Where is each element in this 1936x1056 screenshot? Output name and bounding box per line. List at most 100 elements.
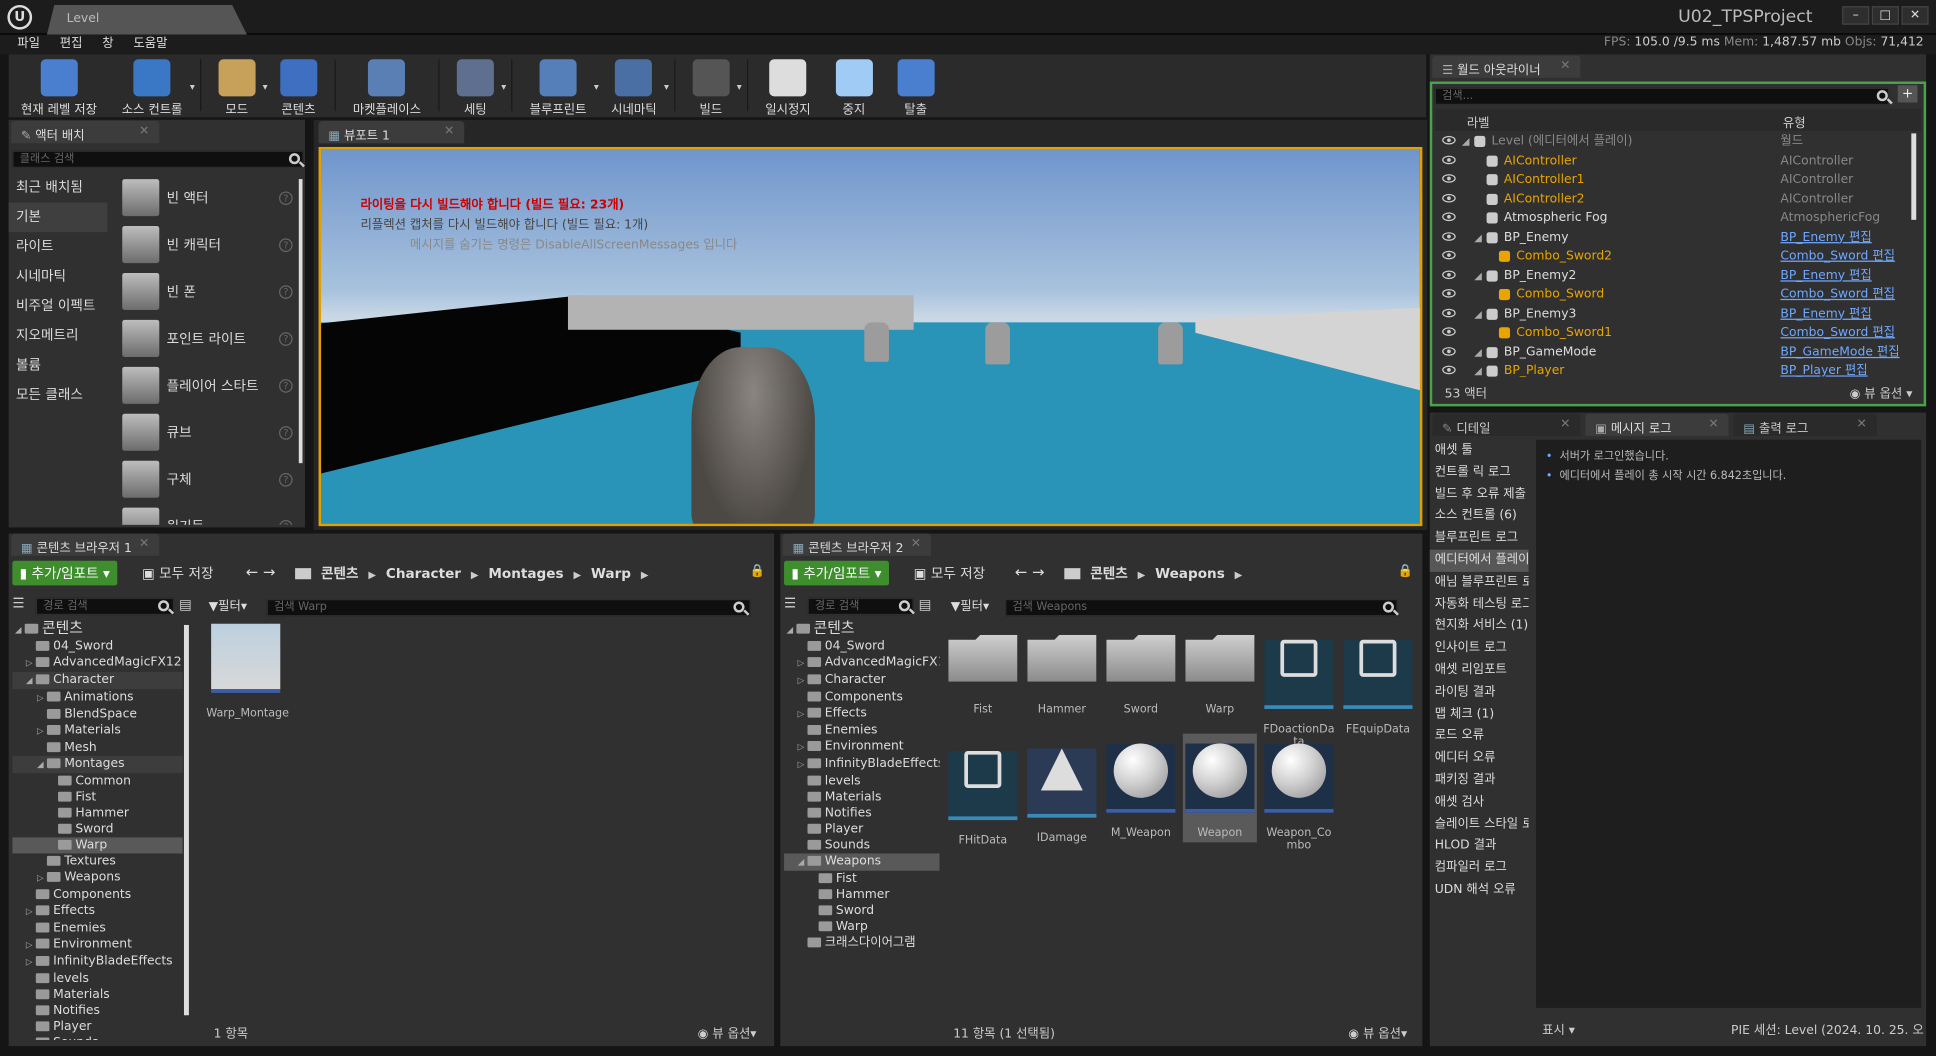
place-actor-item[interactable]: 큐브? — [115, 409, 303, 456]
breadcrumb-item[interactable]: 콘텐츠 — [321, 566, 359, 582]
place-actor-item[interactable]: 원기둥? — [115, 503, 303, 525]
outliner-search-input[interactable]: 검색... — [1434, 87, 1890, 105]
path-search-input[interactable]: 경로 검색 — [35, 597, 175, 616]
tab-content-browser-1[interactable]: ▦ 콘텐츠 브라우저 1 ✕ — [11, 533, 160, 556]
toolbar-cinematics-button[interactable]: 시네마틱 ▾ — [611, 59, 669, 117]
tree-folder[interactable]: Sounds — [12, 1035, 182, 1040]
expand-arrow-icon[interactable]: ▷ — [26, 656, 36, 672]
expand-arrow-icon[interactable]: ◢ — [1474, 304, 1482, 323]
chevron-down-icon[interactable]: ▾ — [501, 82, 506, 93]
outliner-row[interactable]: AIController1 AIController — [1435, 170, 1909, 189]
chevron-down-icon[interactable]: ▾ — [263, 82, 268, 93]
tree-folder[interactable]: ▷ AdvancedMagicFX12 — [12, 655, 182, 672]
asset-tile[interactable]: IDamage — [1025, 734, 1099, 845]
help-icon[interactable]: ? — [279, 472, 293, 487]
tree-folder[interactable]: Sword — [784, 903, 940, 919]
log-category[interactable]: 컴파일러 로그 — [1430, 857, 1529, 879]
view-options-button[interactable]: ◉ 뷰 옵션▾ — [698, 1023, 757, 1042]
tree-folder[interactable]: Materials — [784, 789, 940, 805]
breadcrumb-separator-icon[interactable]: ▶ — [471, 569, 479, 580]
expand-arrow-icon[interactable]: ▷ — [798, 706, 808, 722]
menu-window[interactable]: 창 — [102, 35, 113, 55]
asset-tile[interactable]: FDoactionData — [1262, 622, 1336, 748]
tree-folder[interactable]: Warp — [784, 919, 940, 935]
save-all-button[interactable]: ▣ 모두 저장 — [142, 563, 213, 583]
place-actor-item[interactable]: 구체? — [115, 456, 303, 503]
label-column[interactable]: 라벨 — [1467, 112, 1490, 131]
tree-folder[interactable]: Hammer — [12, 805, 182, 821]
log-category[interactable]: 맵 체크 (1) — [1430, 703, 1529, 725]
visibility-eye-icon[interactable] — [1442, 155, 1456, 164]
view-options-button[interactable]: ◉ 뷰 옵션▾ — [1348, 1023, 1407, 1042]
tree-folder[interactable]: Fist — [784, 871, 940, 887]
tree-folder[interactable]: Warp — [12, 837, 183, 854]
place-category[interactable]: 라이트 — [9, 232, 108, 262]
tree-folder[interactable]: Textures — [12, 853, 182, 869]
expand-arrow-icon[interactable]: ▷ — [798, 757, 808, 773]
outliner-row[interactable]: Combo_Sword2 Combo_Sword 편집 — [1435, 247, 1909, 266]
tree-folder[interactable]: ▷ Effects — [12, 903, 182, 920]
expand-arrow-icon[interactable]: ◢ — [1474, 266, 1482, 285]
help-icon[interactable]: ? — [279, 378, 293, 393]
visibility-eye-icon[interactable] — [1442, 174, 1456, 183]
place-actor-item[interactable]: 포인트 라이트? — [115, 315, 303, 362]
toolbar-eject-button[interactable]: 탈출 — [897, 59, 935, 117]
chevron-down-icon[interactable]: ▾ — [664, 82, 669, 93]
log-category[interactable]: 애셋 검사 — [1430, 791, 1529, 813]
tree-folder[interactable]: BlendSpace — [12, 706, 182, 722]
outliner-row[interactable]: Combo_Sword1 Combo_Sword 편집 — [1435, 324, 1909, 343]
expand-arrow-icon[interactable]: ▷ — [26, 937, 36, 953]
expand-arrow-icon[interactable]: ▷ — [798, 656, 808, 672]
tree-folder[interactable]: Mesh — [12, 740, 182, 756]
log-category[interactable]: 블루프린트 로그 — [1430, 528, 1529, 550]
tree-folder[interactable]: Notifies — [12, 1003, 182, 1019]
tree-folder[interactable]: Fist — [12, 789, 182, 805]
visibility-eye-icon[interactable] — [1442, 327, 1456, 336]
visibility-eye-icon[interactable] — [1442, 231, 1456, 241]
expand-arrow-icon[interactable]: ◢ — [15, 622, 25, 638]
breadcrumb-item[interactable]: 콘텐츠 — [1090, 566, 1128, 582]
help-icon[interactable]: ? — [279, 190, 293, 205]
tree-folder[interactable]: Common — [12, 773, 182, 789]
outliner-row[interactable]: AIController AIController — [1435, 151, 1909, 170]
place-actor-item[interactable]: 빈 액터? — [115, 174, 303, 221]
view-options-button[interactable]: ◉ 뷰 옵션 ▾ — [1850, 383, 1913, 402]
place-category[interactable]: 최근 배치됨 — [9, 173, 108, 203]
expand-arrow-icon[interactable]: ◢ — [1474, 343, 1482, 362]
log-category[interactable]: 현지화 서비스 (1) — [1430, 616, 1529, 638]
outliner-row[interactable]: ◢ BP_Enemy BP_Enemy 편집 — [1435, 228, 1909, 247]
path-search-input[interactable]: 경로 검색 — [807, 597, 914, 616]
asset-tile[interactable]: Hammer — [1025, 622, 1099, 721]
type-column[interactable]: 유형 — [1783, 112, 1806, 131]
tree-folder[interactable]: Notifies — [784, 805, 940, 821]
asset-tile[interactable]: Warp_Montage — [206, 623, 289, 720]
outliner-scrollbar[interactable] — [1911, 133, 1917, 220]
tab-content-browser-2[interactable]: ▦ 콘텐츠 브라우저 2 ✕ — [782, 533, 931, 556]
visibility-eye-icon[interactable] — [1442, 135, 1456, 145]
visibility-eye-icon[interactable] — [1442, 250, 1456, 260]
tree-folder[interactable]: Sword — [12, 821, 182, 837]
toolbar-source-control-button[interactable]: 소스 컨트롤 ▾ — [122, 59, 195, 117]
outliner-row[interactable]: ◢ BP_Player BP_Player 편집 — [1435, 362, 1909, 377]
log-category[interactable]: 인사이트 로그 — [1430, 638, 1529, 660]
tree-folder[interactable]: ▷ Character — [784, 672, 940, 689]
breadcrumb-separator-icon[interactable]: ▶ — [368, 569, 376, 580]
breadcrumb-item[interactable]: Warp — [591, 566, 631, 582]
expand-arrow-icon[interactable]: ◢ — [1474, 228, 1482, 247]
log-category[interactable]: 로드 오류 — [1430, 725, 1529, 747]
close-button[interactable]: ✕ — [1901, 6, 1929, 25]
expand-arrow-icon[interactable]: ▷ — [26, 955, 36, 971]
expand-arrow-icon[interactable]: ▷ — [798, 740, 808, 756]
add-import-button[interactable]: ▮ 추가/임포트 ▾ — [12, 560, 118, 586]
log-category[interactable]: 에디터에서 플레이 — [1429, 549, 1529, 572]
menu-help[interactable]: 도움말 — [133, 35, 167, 55]
help-icon[interactable]: ? — [279, 425, 293, 440]
expand-arrow-icon[interactable]: ◢ — [1474, 362, 1482, 377]
place-actor-item[interactable]: 빈 폰? — [115, 268, 303, 315]
log-category[interactable]: 컨트롤 릭 로그 — [1430, 462, 1529, 484]
level-tab[interactable]: Level — [46, 4, 247, 35]
place-actor-item[interactable]: 플레이어 스타트? — [115, 362, 303, 409]
log-category[interactable]: 패키징 결과 — [1430, 769, 1529, 791]
log-category[interactable]: 라이팅 결과 — [1430, 681, 1529, 703]
add-import-button[interactable]: ▮ 추가/임포트 ▾ — [784, 560, 889, 586]
